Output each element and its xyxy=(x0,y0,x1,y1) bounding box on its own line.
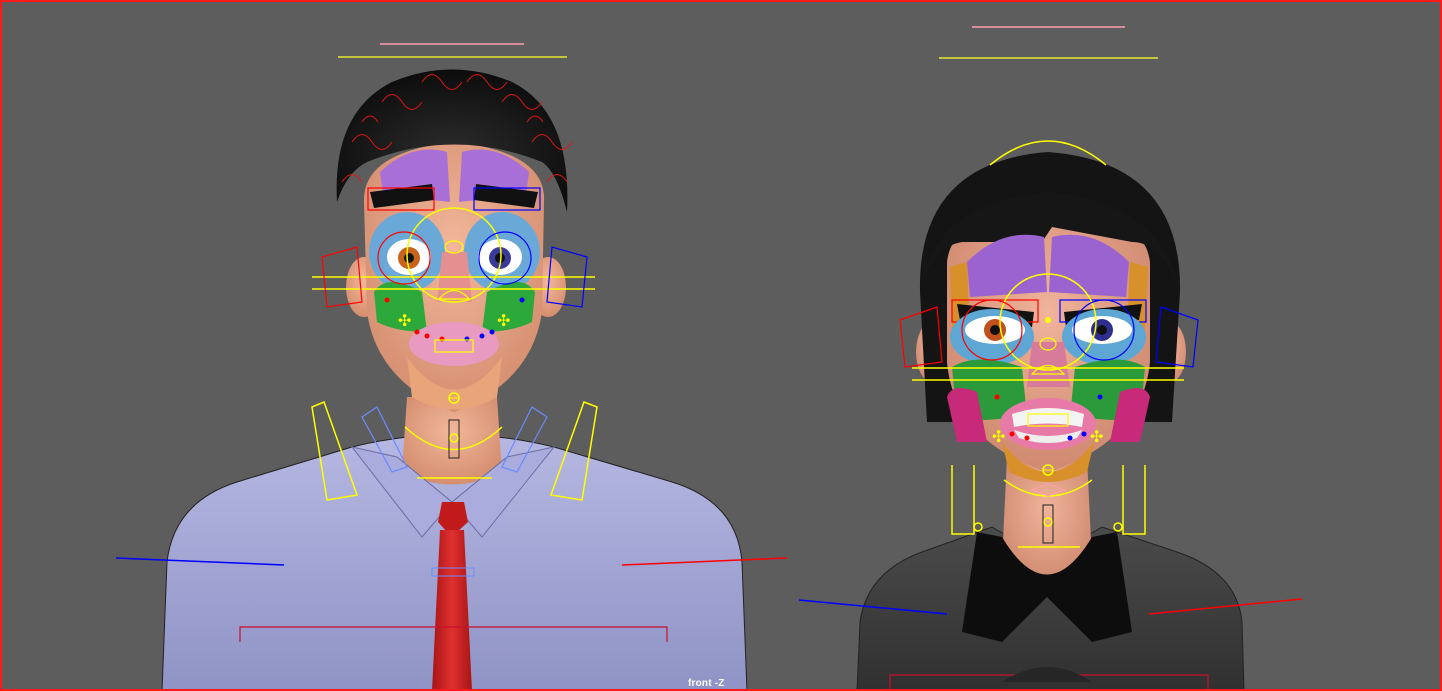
maya-viewport-panel[interactable]: ✣ ✣ ✣ ✣ front -Z xyxy=(0,0,1442,691)
svg-text:✣: ✣ xyxy=(398,311,411,330)
pupil-left xyxy=(404,253,414,263)
camera-label: front -Z xyxy=(688,678,725,689)
pupil-left xyxy=(990,325,1000,335)
female-rigged-character[interactable]: ✣ ✣ xyxy=(798,26,1303,689)
male-rigged-character[interactable]: ✣ ✣ xyxy=(115,43,788,689)
clavicle-control-right[interactable] xyxy=(1122,465,1146,535)
3d-scene-canvas[interactable]: ✣ ✣ ✣ ✣ xyxy=(2,2,1440,689)
svg-text:✣: ✣ xyxy=(497,311,510,330)
mouth-muscle xyxy=(409,322,499,366)
svg-text:✣: ✣ xyxy=(1090,427,1103,446)
pupil-right xyxy=(1097,325,1107,335)
svg-text:✣: ✣ xyxy=(992,427,1005,446)
clavicle-control-left[interactable] xyxy=(951,465,975,535)
